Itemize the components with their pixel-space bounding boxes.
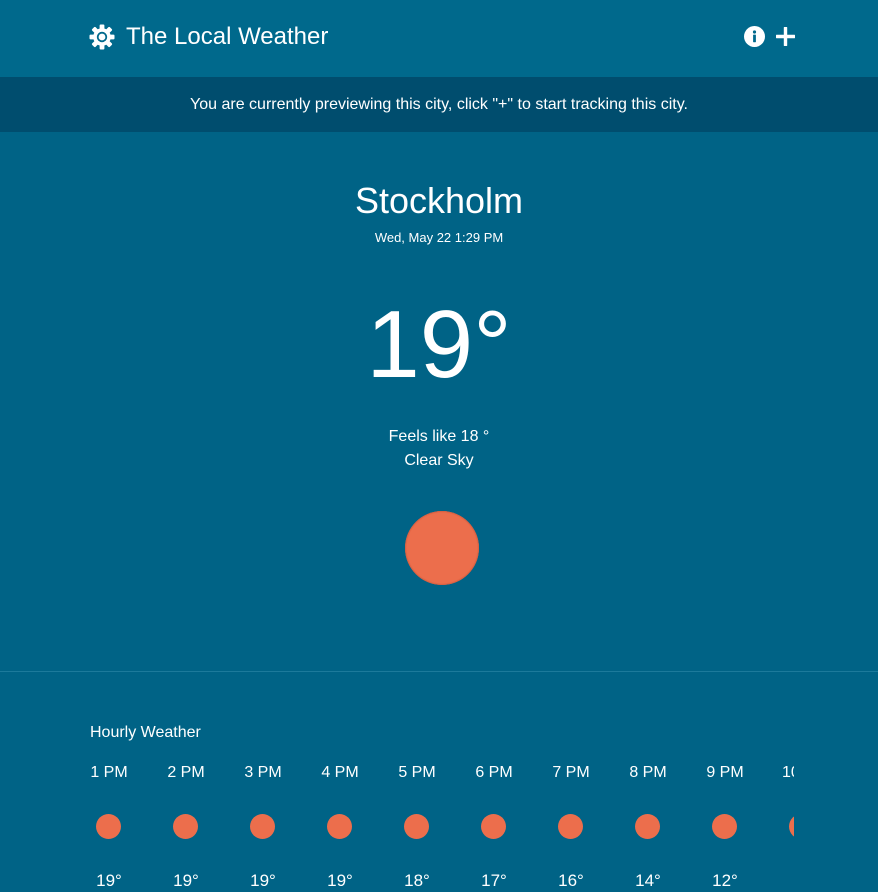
hour-time: 7 PM	[552, 764, 590, 781]
hourly-item: 10 PM	[782, 760, 794, 892]
section-divider	[0, 671, 878, 672]
hour-time: 5 PM	[398, 764, 436, 781]
hourly-item: 8 PM 14°	[628, 760, 668, 892]
sun-icon	[789, 814, 794, 839]
hourly-item: 4 PM 19°	[320, 760, 360, 892]
sun-icon	[635, 814, 660, 839]
sun-icon	[481, 814, 506, 839]
plus-icon[interactable]	[776, 27, 795, 46]
hour-temperature: 17°	[481, 871, 507, 890]
hour-time: 6 PM	[475, 764, 513, 781]
hourly-item: 6 PM 17°	[474, 760, 514, 892]
hour-time: 2 PM	[167, 764, 205, 781]
hour-temperature: 18°	[404, 871, 430, 890]
hour-temperature: 19°	[173, 871, 199, 890]
feels-like: Feels like 18 °	[388, 428, 490, 445]
app-header: The Local Weather	[0, 0, 878, 77]
hour-time: 1 PM	[90, 764, 128, 781]
hour-temperature: 14°	[635, 871, 661, 890]
hourly-item: 1 PM 19°	[90, 760, 129, 892]
info-icon[interactable]	[744, 26, 765, 47]
preview-banner: You are currently previewing this city, …	[0, 77, 878, 132]
sun-icon	[96, 814, 121, 839]
preview-banner-text: You are currently previewing this city, …	[190, 95, 688, 113]
hourly-item: 5 PM 18°	[397, 760, 437, 892]
current-weather: Stockholm Wed, May 22 1:29 PM 19° Feels …	[0, 132, 878, 671]
hourly-item: 7 PM 16°	[551, 760, 591, 892]
hour-time: 10 PM	[782, 764, 794, 781]
hourly-item: 3 PM 19°	[243, 760, 283, 892]
hour-temperature: 16°	[558, 871, 584, 890]
sun-icon	[327, 814, 352, 839]
app-title: The Local Weather	[126, 23, 329, 50]
current-temperature: 19°	[366, 291, 512, 398]
sun-icon	[558, 814, 583, 839]
sun-icon	[404, 814, 429, 839]
city-name: Stockholm	[354, 180, 524, 221]
sun-icon	[405, 511, 479, 585]
hour-temperature: 19°	[250, 871, 276, 890]
hour-time: 8 PM	[629, 764, 667, 781]
gear-icon	[89, 24, 115, 50]
brand: The Local Weather	[89, 22, 328, 52]
hour-temperature: 19°	[327, 871, 353, 890]
hourly-item: 9 PM 12°	[705, 760, 745, 892]
hour-time: 9 PM	[706, 764, 744, 781]
hourly-forecast[interactable]: 1 PM 19° 2 PM 19° 3 PM 19° 4 PM 19° 5 PM…	[90, 760, 794, 892]
hourly-heading: Hourly Weather	[90, 724, 201, 741]
sun-icon	[712, 814, 737, 839]
hour-temperature: 12°	[712, 871, 738, 890]
current-datetime: Wed, May 22 1:29 PM	[374, 230, 504, 245]
hour-temperature: 19°	[96, 871, 122, 890]
sun-icon	[173, 814, 198, 839]
hourly-item: 2 PM 19°	[166, 760, 206, 892]
sun-icon	[250, 814, 275, 839]
hour-time: 4 PM	[321, 764, 359, 781]
weather-description: Clear Sky	[404, 452, 474, 469]
hour-time: 3 PM	[244, 764, 282, 781]
